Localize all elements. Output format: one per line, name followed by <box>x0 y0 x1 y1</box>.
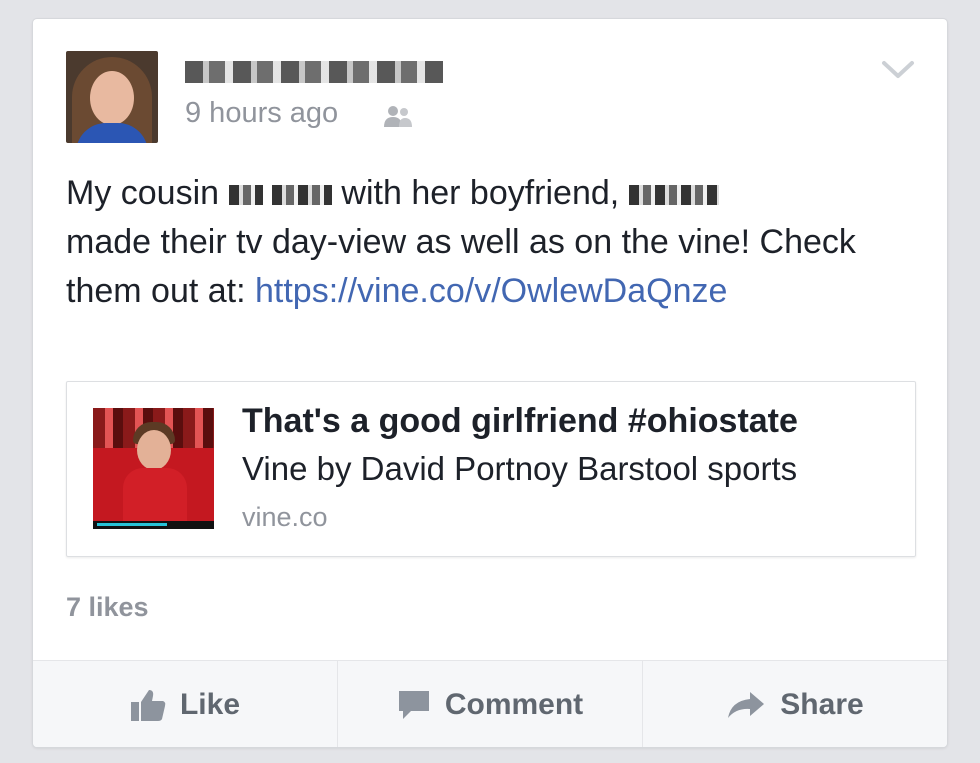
comment-label: Comment <box>444 687 584 721</box>
post-text-part1: My cousin <box>66 174 220 212</box>
avatar-face <box>90 71 134 125</box>
post-text-part2: with her boyfriend, <box>341 174 620 212</box>
post-card: 9 hours ago My cousin with her boyfriend… <box>33 19 947 747</box>
link-title: That's a good girlfriend #ohiostate <box>242 402 798 440</box>
share-arrow-icon <box>728 691 765 718</box>
comment-button[interactable]: Comment <box>338 661 643 747</box>
chevron-down-icon[interactable] <box>881 59 915 81</box>
post-timestamp[interactable]: 9 hours ago <box>185 97 338 130</box>
thumb-progress <box>93 521 214 529</box>
speech-bubble-icon <box>398 690 429 719</box>
redacted-name <box>271 185 332 206</box>
share-button[interactable]: Share <box>643 661 947 747</box>
link-thumbnail <box>93 408 214 529</box>
redacted-name <box>228 185 263 206</box>
thumbs-up-icon <box>130 689 166 721</box>
link-preview-card[interactable]: That's a good girlfriend #ohiostate Vine… <box>66 381 916 557</box>
friends-icon <box>384 106 412 127</box>
thumb-face <box>137 430 171 470</box>
author-name-redacted[interactable] <box>185 61 443 83</box>
post-text: My cousin with her boyfriend, made their… <box>66 169 906 316</box>
likes-count[interactable]: 7 likes <box>66 592 149 623</box>
link-description: Vine by David Portnoy Barstool sports <box>242 450 798 487</box>
thumb-body <box>123 468 187 528</box>
post-link[interactable]: https://vine.co/v/OwlewDaQnze <box>255 272 727 310</box>
like-label: Like <box>179 687 241 721</box>
redacted-name <box>628 185 719 206</box>
action-bar: Like Comment Share <box>33 660 947 747</box>
share-label: Share <box>780 687 864 721</box>
like-button[interactable]: Like <box>33 661 338 747</box>
avatar[interactable] <box>66 51 158 143</box>
link-domain: vine.co <box>242 502 328 532</box>
